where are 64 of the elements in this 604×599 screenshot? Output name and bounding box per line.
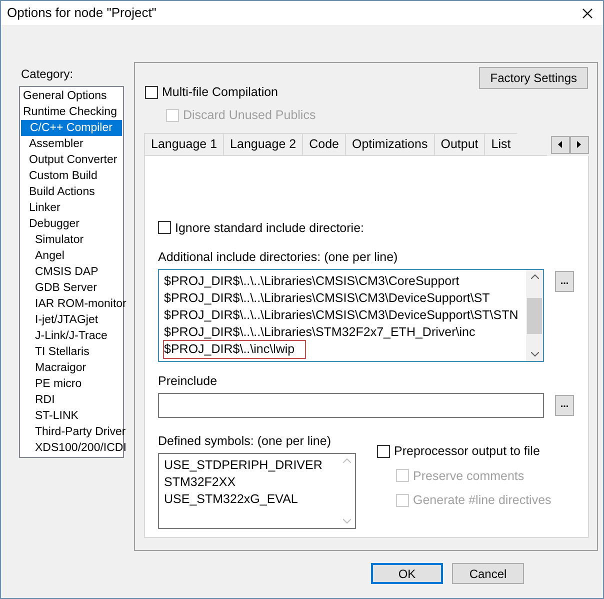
category-label: Category:: [20, 66, 74, 83]
checkbox[interactable]: [158, 221, 171, 234]
close-icon[interactable]: [582, 8, 593, 18]
category-item[interactable]: Debugger: [20, 216, 123, 232]
checkbox-label: Generate #line directives: [413, 492, 552, 510]
path-line: $PROJ_DIR$\..\inc\lwip: [164, 341, 305, 358]
category-item[interactable]: TI Stellaris: [20, 344, 123, 360]
category-item[interactable]: CMSIS DAP: [20, 264, 123, 280]
checkbox-label: Ignore standard include directorie:: [175, 220, 364, 237]
path-line: $PROJ_DIR$\..\..\Libraries\CMSIS\CM3\DeviceSupport\ST\STN: [164, 307, 518, 324]
dialog-button[interactable]: Cancel: [452, 563, 524, 584]
category-item[interactable]: Assembler: [20, 136, 123, 152]
symbol-line: USE_STM322xG_EVAL: [164, 490, 299, 508]
category-item[interactable]: Custom Build: [20, 168, 123, 184]
checkbox[interactable]: [145, 86, 158, 99]
include-directories-field[interactable]: [158, 269, 544, 362]
path-line: $PROJ_DIR$\..\..\Libraries\STM32F2x7_ETH_Driver\inc: [164, 324, 476, 341]
checkbox-label: Preserve comments: [413, 468, 524, 484]
defined-symbols-label: Defined symbols: (one per line): [158, 432, 332, 450]
checkbox-label: Discard Unused Publics: [183, 106, 316, 124]
category-item[interactable]: I-jet/JTAGjet: [20, 312, 123, 328]
tab[interactable]: List: [484, 132, 517, 154]
category-item[interactable]: C/C++ Compiler: [21, 120, 122, 136]
category-item[interactable]: PE micro: [20, 376, 123, 392]
scroll-left-icon[interactable]: [551, 136, 570, 154]
category-item[interactable]: Output Converter: [20, 152, 123, 168]
category-item[interactable]: XDS100/200/ICDI: [20, 440, 123, 456]
include-directories-label: Additional include directories: (one per line): [158, 249, 399, 266]
tab[interactable]: Output: [434, 132, 484, 154]
checkbox-label: Multi-file Compilation: [162, 84, 278, 101]
category-item[interactable]: Third-Party Driver: [20, 424, 123, 440]
category-item[interactable]: General Options: [20, 88, 123, 104]
category-item[interactable]: RDI: [20, 392, 123, 408]
dialog-button[interactable]: OK: [371, 563, 443, 584]
category-item[interactable]: Linker: [20, 200, 123, 216]
category-item[interactable]: Build Actions: [20, 184, 123, 200]
category-item[interactable]: ST-LINK: [20, 408, 123, 424]
browse-button[interactable]: ...: [555, 394, 574, 416]
scroll-right-icon[interactable]: [570, 136, 589, 154]
category-item[interactable]: Runtime Checking: [20, 104, 123, 120]
checkbox[interactable]: [377, 444, 390, 458]
tab[interactable]: Optimizations: [344, 132, 434, 154]
browse-button[interactable]: ...: [555, 271, 574, 292]
tab[interactable]: Code: [302, 132, 345, 154]
category-item[interactable]: J-Link/J-Trace: [20, 328, 123, 344]
checkbox-label: Preprocessor output to file: [394, 442, 540, 460]
tab[interactable]: Language 2: [223, 132, 302, 154]
symbol-line: STM32F2XX: [164, 474, 237, 490]
path-line: $PROJ_DIR$\..\..\Libraries\CMSIS\CM3\CoreSupport: [164, 273, 460, 290]
category-item[interactable]: GDB Server: [20, 280, 123, 296]
category-item[interactable]: Angel: [20, 248, 123, 264]
scrollbar[interactable]: [526, 270, 543, 361]
preinclude-field[interactable]: [158, 392, 544, 418]
scroll-down-icon[interactable]: [530, 352, 538, 357]
factory-settings-button[interactable]: Factory Settings: [479, 67, 588, 89]
scroll-up-icon[interactable]: [530, 274, 538, 279]
category-item[interactable]: Simulator: [20, 232, 123, 248]
symbol-line: USE_STDPERIPH_DRIVER: [164, 456, 324, 474]
path-line: $PROJ_DIR$\..\..\Libraries\CMSIS\CM3\DeviceSupport\ST: [164, 290, 490, 307]
defined-symbols-field[interactable]: USE_STDPERIPH_DRIVER STM32F2XX USE_STM322xG_EVAL: [158, 452, 356, 528]
category-item[interactable]: Macraigor: [20, 360, 123, 376]
preinclude-label: Preinclude: [158, 373, 218, 390]
window-title: Options for node "Project": [7, 4, 156, 22]
tab[interactable]: Language 1: [144, 132, 224, 154]
